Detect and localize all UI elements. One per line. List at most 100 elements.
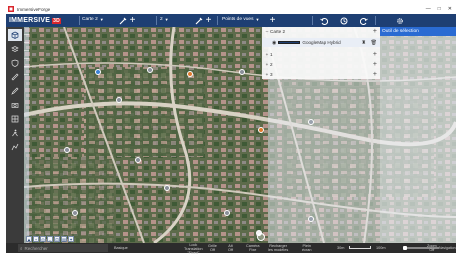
layer-root-row[interactable]: – Carte 2 +	[262, 27, 380, 36]
camera-mode-toggle[interactable]: Caméra Fixe	[246, 244, 260, 252]
map-poi-marker[interactable]	[308, 119, 314, 125]
pipeline-icon[interactable]	[8, 141, 22, 153]
shield-icon[interactable]	[8, 57, 22, 69]
lock-translation-toggle[interactable]: Lock Translation "Fixed"	[184, 243, 203, 255]
selection-tool-panel: Outil de sélection	[380, 27, 456, 243]
delete-icon[interactable]: 🗑	[371, 40, 377, 46]
brand-badge: 3D	[52, 17, 61, 24]
mode-selector[interactable]: Basique	[114, 246, 128, 250]
layer-group-label: 1	[270, 52, 273, 57]
layer-item-label: GoogleMap Hybrid	[302, 40, 341, 45]
left-toolbar	[6, 27, 24, 243]
map-poi-marker[interactable]	[95, 69, 101, 75]
scene-selector[interactable]: 2 ▼	[160, 17, 169, 22]
search-field[interactable]: ⌕ Rechercher	[18, 244, 108, 252]
maximize-button[interactable]: □	[438, 6, 441, 12]
screenshot-icon[interactable]	[257, 233, 265, 241]
scale-label: 30m	[337, 246, 345, 250]
map-poi-marker[interactable]	[224, 210, 230, 216]
viewpoints-selector-label: Points de vues	[222, 17, 254, 22]
settings-gear-icon[interactable]	[395, 16, 404, 25]
target-icon[interactable]: ◎	[40, 236, 46, 242]
layer-item-row[interactable]: ◉ GoogleMap Hybrid ♜ 🗑	[262, 38, 380, 47]
strip-item[interactable]	[24, 51, 29, 59]
layer-group-label: 2	[270, 62, 273, 67]
app-icon	[8, 6, 14, 12]
opacity-slider[interactable]	[278, 41, 301, 44]
grid-icon[interactable]	[8, 113, 22, 125]
layer-group-row[interactable]: + 2 +	[262, 60, 380, 69]
slider-knob[interactable]	[403, 246, 407, 250]
grid-toggle[interactable]: Grille Off	[208, 244, 217, 252]
add-layer-icon[interactable]: +	[373, 28, 377, 35]
add-scene-icon[interactable]: +	[204, 15, 213, 26]
map-side-strip	[24, 27, 29, 243]
strip-item[interactable]	[24, 27, 29, 35]
add-layer-icon[interactable]: +	[373, 51, 377, 58]
map-poi-marker[interactable]	[64, 147, 70, 153]
search-icon: ⌕	[20, 245, 23, 251]
undo-icon[interactable]	[319, 16, 328, 25]
fullscreen-button[interactable]: Plein écran	[302, 244, 312, 252]
strip-item[interactable]	[24, 43, 29, 51]
viewpoints-selector[interactable]: Points de vues ▼	[222, 17, 259, 22]
map-poi-marker[interactable]	[147, 67, 153, 73]
layer-tree-panel: – Carte 2 + ◉ GoogleMap Hybrid ♜ 🗑 + 1 +…	[262, 27, 380, 79]
strip-item[interactable]	[24, 59, 29, 67]
strip-item[interactable]	[24, 67, 29, 75]
map-poi-marker[interactable]	[308, 216, 314, 222]
cube-icon[interactable]	[8, 29, 22, 41]
window-title: ImmersiveForge	[17, 6, 51, 12]
add-layer-icon[interactable]: +	[373, 71, 377, 78]
status-bar: ⌕ Rechercher Basique Lock Translation "F…	[6, 243, 456, 255]
lock-icon[interactable]: ♜	[362, 40, 366, 46]
map-poi-marker[interactable]	[187, 71, 193, 77]
layers-icon[interactable]	[8, 43, 22, 55]
fit-icon[interactable]: ⊡	[54, 236, 60, 242]
add-layer-icon[interactable]: +	[373, 61, 377, 68]
scene-tools-icon[interactable]	[194, 16, 203, 25]
toolbar-divider	[312, 16, 313, 25]
layer-group-row[interactable]: + 3 +	[262, 70, 380, 79]
reload-models-button[interactable]: Recharger les modèles	[268, 244, 288, 252]
layer-group-label: 3	[270, 72, 273, 77]
map-poi-marker[interactable]	[135, 157, 141, 163]
map-poi-marker[interactable]	[72, 210, 78, 216]
zoom-toggle[interactable]: Zoom Off	[427, 244, 437, 252]
map-poi-marker[interactable]	[258, 127, 264, 133]
navigation-label: Navigation	[439, 246, 456, 250]
zoom-in-icon[interactable]: +	[33, 236, 39, 242]
close-button[interactable]: ✕	[448, 6, 452, 12]
search-placeholder: Rechercher	[24, 245, 48, 251]
camera-icon[interactable]	[8, 99, 22, 111]
scale2-label: 100m	[376, 246, 386, 250]
walk-icon[interactable]	[8, 127, 22, 139]
chevron-down-icon: ▼	[164, 17, 169, 22]
toolbar-divider	[79, 16, 80, 25]
toolbar-divider	[375, 16, 376, 25]
add-map-icon[interactable]: +	[128, 15, 137, 26]
map-poi-marker[interactable]	[164, 185, 170, 191]
tools-icon[interactable]	[118, 16, 127, 25]
add-viewpoint-icon[interactable]: +	[268, 15, 277, 26]
altitude-toggle[interactable]: Alt Off	[228, 244, 233, 252]
redo-icon[interactable]	[359, 16, 368, 25]
minimize-button[interactable]: —	[426, 6, 431, 12]
zoom-out-icon[interactable]: –	[47, 236, 53, 242]
compass-icon[interactable]: ✦	[68, 236, 74, 242]
visibility-eye-icon[interactable]: ◉	[272, 40, 276, 46]
north-icon[interactable]: ▲	[26, 236, 32, 242]
history-icon[interactable]	[339, 16, 348, 25]
strip-item[interactable]	[24, 35, 29, 43]
map-selector[interactable]: Carte 2 ▼	[82, 17, 104, 22]
layer-group-row[interactable]: + 1 +	[262, 50, 380, 59]
draw-icon[interactable]	[8, 85, 22, 97]
toolbar-divider	[217, 16, 218, 25]
ruler-icon[interactable]	[8, 71, 22, 83]
brand-name: IMMERSIVE	[9, 17, 51, 24]
map-poi-marker[interactable]	[116, 97, 122, 103]
map-selector-label: Carte 2	[82, 17, 98, 22]
layers-toggle-icon[interactable]: ▤	[61, 236, 67, 242]
chevron-down-icon: ▼	[99, 17, 104, 22]
map-poi-marker[interactable]	[239, 69, 245, 75]
